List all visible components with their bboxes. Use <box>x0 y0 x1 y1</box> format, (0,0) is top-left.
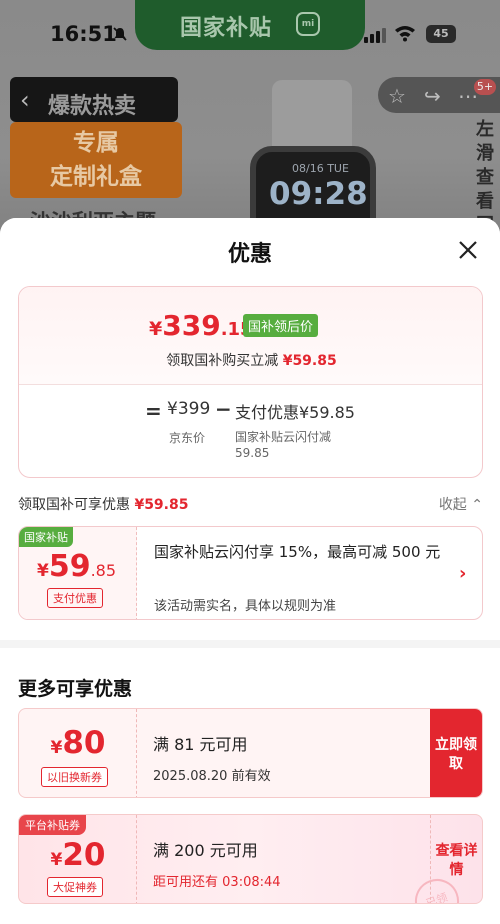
gov-subsidy-header: 领取国补可享优惠 ¥59.85 收起 ⌃ <box>18 492 483 514</box>
collapse-button[interactable]: 收起 ⌃ <box>439 494 483 514</box>
final-price-currency: ¥ <box>149 318 163 340</box>
coupon-condition: 满 200 元可用 <box>153 841 258 860</box>
equals-sign: = <box>145 399 162 423</box>
coupon-value: ¥80 <box>19 725 137 761</box>
pay-discount-note: 国家补贴云闪付减59.85 <box>235 430 332 460</box>
final-price-header: ¥339.15 国补领后价 领取国补购买立减 ¥59.85 <box>19 287 482 385</box>
watch-strap-image <box>272 80 352 150</box>
gov-subsidy-value-panel: 国家补贴 ¥59.85 支付优惠 <box>19 527 137 619</box>
gov-subsidy-desc: 该活动需实名，具体以规则为准 <box>154 599 337 614</box>
gov-subsidy-integer: 59 <box>48 549 91 584</box>
jd-price-label: 京东价 <box>169 431 206 445</box>
coupon-validity: 2025.08.20 前有效 <box>153 765 271 784</box>
final-price-integer: 339 <box>162 309 221 342</box>
gift-banner: 专属 定制礼盒 <box>10 122 182 198</box>
coupon-value-panel: ¥80 以旧换新券 <box>19 709 137 797</box>
back-arrow-icon[interactable]: ‹ <box>20 86 30 114</box>
wifi-icon <box>395 26 415 42</box>
gov-subsidy-currency: ¥ <box>37 561 49 581</box>
minus-sign: − <box>215 397 232 421</box>
message-badge: 5+ <box>474 79 496 95</box>
gov-subsidy-label: 领取国补可享优惠 ¥59.85 <box>18 494 188 514</box>
watch-time: 09:28 <box>269 176 368 212</box>
favorite-star-icon[interactable]: ☆ <box>388 84 406 108</box>
gov-subsidy-corner-tag: 国家补贴 <box>19 527 73 547</box>
claim-coupon-button[interactable]: 立即领取 <box>430 709 482 797</box>
coupon-amount: 20 <box>62 837 106 873</box>
island-text: 国家补贴 <box>180 16 273 41</box>
coupon-validity-text: 2025.08.20 前有效 <box>153 769 271 784</box>
coupon-countdown-label: 距可用还有 <box>153 875 219 890</box>
more-discounts-title: 更多可享优惠 <box>18 678 133 700</box>
sheet-title: 优惠 <box>227 242 272 267</box>
coupon-condition: 满 81 元可用 <box>153 735 248 754</box>
final-price: ¥339.15 <box>149 309 253 342</box>
price-tag-badge: 国补领后价 <box>243 314 319 337</box>
gov-subsidy-decimal: .85 <box>90 561 117 580</box>
coupon-amount: 80 <box>62 725 106 761</box>
jd-price: ¥399 <box>167 399 211 419</box>
coupon-type-tag: 大促神券 <box>47 877 103 897</box>
back-title: 爆款热卖 <box>48 94 137 119</box>
immediate-label: 领取国补购买立减 <box>166 353 279 369</box>
coupon-currency: ¥ <box>50 738 63 758</box>
signal-icon <box>364 28 388 47</box>
mute-bell-icon <box>113 27 127 41</box>
battery-icon: 45 <box>426 25 456 43</box>
immediate-amount: ¥59.85 <box>282 353 337 369</box>
gov-subsidy-title: 国家补贴云闪付享 15%，最高可减 500 元 <box>154 543 441 561</box>
final-price-card: ¥339.15 国补领后价 领取国补购买立减 ¥59.85 = ¥399 − 支… <box>18 286 483 478</box>
gift-banner-line2: 定制礼盒 <box>50 164 142 190</box>
status-time: 16:51 <box>50 22 117 46</box>
watch-date: 08/16 TUE <box>292 162 349 175</box>
gift-banner-line1: 专属 <box>73 130 119 156</box>
coupon-countdown-time: 03:08:44 <box>222 875 281 890</box>
gov-subsidy-amount: ¥59.85 <box>134 497 189 513</box>
immediate-discount-text: 领取国补购买立减 ¥59.85 <box>19 350 482 370</box>
coupon-corner-tag: 平台补贴券 <box>19 815 86 835</box>
view-details-button[interactable]: 查看详情 <box>430 815 482 903</box>
close-icon[interactable] <box>456 238 480 262</box>
share-icon[interactable]: ↪ <box>424 84 441 108</box>
gov-subsidy-card[interactable]: 国家补贴 ¥59.85 支付优惠 国家补贴云闪付享 15%，最高可减 500 元… <box>18 526 483 620</box>
coupon-value: ¥20 <box>19 837 137 873</box>
coupon-countdown: 距可用还有 03:08:44 <box>153 871 281 890</box>
pay-discount: 支付优惠¥59.85 <box>235 403 355 422</box>
chevron-up-icon: ⌃ <box>471 497 483 513</box>
xiaomi-logo-icon: mi <box>296 12 320 36</box>
price-breakdown: = ¥399 − 支付优惠¥59.85 京东价 国家补贴云闪付减59.85 <box>19 385 482 477</box>
coupon-platform-subsidy: 平台补贴券 ¥20 大促神券 满 200 元可用 距可用还有 03:08:44 … <box>18 814 483 904</box>
coupon-currency: ¥ <box>50 850 63 870</box>
coupon-type-tag: 以旧换新券 <box>41 767 108 787</box>
status-bar: 16:51 国家补贴 mi 45 <box>0 0 500 60</box>
chevron-right-icon[interactable]: › <box>459 563 466 584</box>
coupon-value-panel: 平台补贴券 ¥20 大促神券 <box>19 815 137 903</box>
discount-sheet: 优惠 ¥339.15 国补领后价 领取国补购买立减 ¥59.85 = ¥399 … <box>0 218 500 924</box>
gov-subsidy-value: ¥59.85 <box>37 549 116 584</box>
coupon-trade-in: ¥80 以旧换新券 满 81 元可用 2025.08.20 前有效 立即领取 <box>18 708 483 798</box>
gov-subsidy-label-text: 领取国补可享优惠 <box>18 497 130 513</box>
gov-subsidy-type-tag: 支付优惠 <box>47 588 103 608</box>
collapse-label: 收起 <box>438 497 467 513</box>
